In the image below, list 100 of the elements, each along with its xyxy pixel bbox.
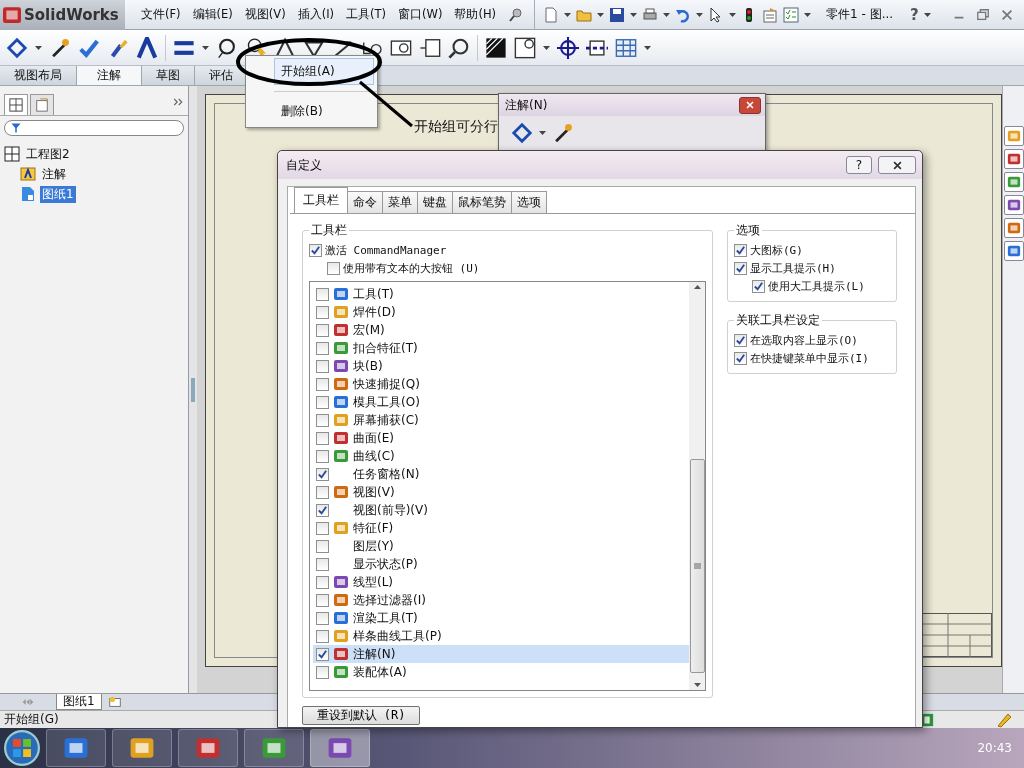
table-icon[interactable]	[615, 36, 637, 59]
checkbox[interactable]	[316, 539, 329, 553]
wand-icon[interactable]	[49, 36, 71, 59]
dialog-tab[interactable]: 命令	[347, 191, 383, 213]
wand-icon[interactable]	[552, 122, 574, 144]
dropdown-caret-icon[interactable]	[202, 45, 209, 50]
checklist-icon[interactable]	[783, 6, 800, 23]
block-icon[interactable]	[514, 36, 536, 59]
dialog-tab[interactable]: 菜单	[382, 191, 418, 213]
scroll-down-icon[interactable]	[693, 683, 701, 687]
checkbox[interactable]	[316, 467, 329, 481]
checkbox[interactable]	[316, 413, 329, 427]
list-row[interactable]: 屏幕捕获(C)	[313, 411, 689, 429]
tree-item[interactable]: 图纸1	[40, 185, 76, 203]
balloon-icon[interactable]	[216, 36, 238, 59]
expand-chevron-icon[interactable]	[172, 96, 184, 108]
list-row[interactable]: 曲线(C)	[313, 447, 689, 465]
command-tab[interactable]: 注解	[77, 66, 142, 85]
checkbox[interactable]	[734, 351, 747, 365]
dimension-icon[interactable]	[511, 122, 533, 144]
dialog-tab[interactable]: 工具栏	[294, 187, 348, 213]
list-row[interactable]: 工具(T)	[313, 285, 689, 303]
dropdown-caret-icon[interactable]	[729, 12, 737, 17]
menu-item[interactable]: 视图(V)	[244, 7, 286, 22]
checkbox[interactable]	[316, 485, 329, 499]
printer-icon[interactable]	[642, 6, 659, 23]
list-row[interactable]: 图层(Y)	[313, 537, 689, 555]
checkbox[interactable]	[316, 503, 329, 517]
list-row[interactable]: 显示状态(P)	[313, 555, 689, 573]
checkbox[interactable]	[316, 395, 329, 409]
dropdown-caret-icon[interactable]	[804, 12, 812, 17]
dropdown-caret-icon[interactable]	[35, 45, 42, 50]
dimension-icon[interactable]	[6, 36, 28, 59]
list-row[interactable]: 焊件(D)	[313, 303, 689, 321]
checkbox[interactable]	[316, 449, 329, 463]
list-row[interactable]: 选择过滤器(I)	[313, 591, 689, 609]
checkbox[interactable]	[316, 611, 329, 625]
checkbox[interactable]	[316, 431, 329, 445]
menu-item[interactable]: 删除(B)	[274, 98, 374, 125]
hatch-icon[interactable]	[485, 36, 507, 59]
checkbox[interactable]	[734, 243, 747, 257]
dialog-tab[interactable]: 鼠标笔势	[452, 191, 512, 213]
list-row[interactable]: 模具工具(O)	[313, 393, 689, 411]
list-row[interactable]: 任务窗格(N)	[313, 465, 689, 483]
dropdown-caret-icon[interactable]	[539, 131, 546, 135]
dropdown-caret-icon[interactable]	[644, 45, 651, 50]
list-row[interactable]: 视图(V)	[313, 483, 689, 501]
grip-icon[interactable]	[693, 563, 701, 569]
datum-feature-icon[interactable]	[419, 36, 441, 59]
checkbox[interactable]	[316, 557, 329, 571]
checkbox[interactable]	[316, 629, 329, 643]
scroll-up-icon[interactable]	[693, 285, 701, 289]
menu-item[interactable]: 工具(T)	[346, 7, 387, 22]
pencil-icon[interactable]	[996, 711, 1012, 728]
property-tab[interactable]	[30, 94, 54, 115]
sheet-tab[interactable]: 图纸1	[56, 694, 102, 710]
menu-item[interactable]: 插入(I)	[297, 7, 335, 22]
menu-item[interactable]: 帮助(H)	[454, 7, 497, 22]
list-row[interactable]: 快速捕捉(Q)	[313, 375, 689, 393]
checkbox[interactable]	[752, 279, 765, 293]
tree-item[interactable]: 注解	[40, 165, 68, 183]
checkbox[interactable]	[316, 665, 329, 679]
menu-item[interactable]: 窗口(W)	[398, 7, 443, 22]
dropdown-caret-icon[interactable]	[663, 12, 671, 17]
list-row[interactable]: 宏(M)	[313, 321, 689, 339]
list-row[interactable]: 线型(L)	[313, 573, 689, 591]
splitter-handle[interactable]	[191, 377, 195, 402]
list-row[interactable]: 视图(前导)(V)	[313, 501, 689, 519]
dropdown-caret-icon[interactable]	[923, 12, 931, 17]
list-row[interactable]: 渲染工具(T)	[313, 609, 689, 627]
list-row[interactable]: 块(B)	[313, 357, 689, 375]
restore-icon[interactable]	[976, 7, 990, 22]
help-button[interactable]: ?	[910, 5, 919, 24]
checkbox[interactable]	[316, 323, 329, 337]
dialog-tab[interactable]: 键盘	[417, 191, 453, 213]
command-tab[interactable]: 视图布局	[0, 66, 77, 85]
checkbox[interactable]	[316, 287, 329, 301]
start-button-icon[interactable]	[4, 730, 40, 766]
centermark-icon[interactable]	[557, 36, 579, 59]
list-row[interactable]: 特征(F)	[313, 519, 689, 537]
close-icon[interactable]	[892, 160, 902, 170]
checkbox[interactable]	[316, 521, 329, 535]
list-row[interactable]: 装配体(A)	[313, 663, 689, 681]
checkbox[interactable]	[734, 333, 747, 347]
checkbox[interactable]	[316, 575, 329, 589]
dialog-tab[interactable]: 选项	[511, 191, 547, 213]
list-row[interactable]: 曲面(E)	[313, 429, 689, 447]
reset-button[interactable]: 重设到默认 (R)	[302, 706, 420, 725]
dropdown-caret-icon[interactable]	[696, 12, 704, 17]
checkbox[interactable]	[316, 593, 329, 607]
dropdown-caret-icon[interactable]	[564, 12, 572, 17]
list-row[interactable]: 扣合特征(T)	[313, 339, 689, 357]
pin-icon[interactable]	[508, 6, 525, 23]
checkbox[interactable]	[316, 359, 329, 373]
list-row[interactable]: 注解(N)	[313, 645, 689, 663]
dropdown-caret-icon[interactable]	[630, 12, 638, 17]
close-button[interactable]	[739, 96, 761, 114]
checkbox[interactable]	[316, 377, 329, 391]
close-button[interactable]	[878, 156, 916, 174]
help-button[interactable]: ?	[846, 156, 872, 174]
